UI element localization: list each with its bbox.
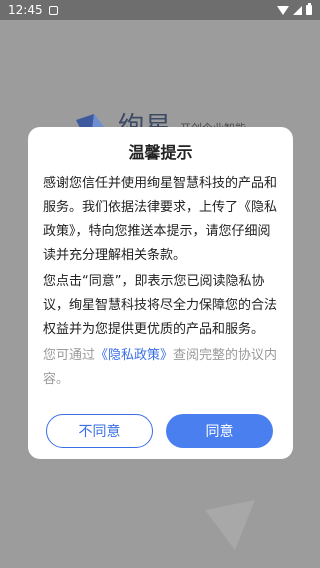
dialog-title: 温馨提示: [128, 143, 193, 162]
dialog-paragraph-2: 您点击“同意”，即表示您已阅读隐私协议，绚星智慧科技将尽全力保障您的合法权益并为…: [43, 274, 278, 337]
wifi-icon: [277, 5, 289, 15]
status-time: 12:45: [8, 3, 43, 17]
status-bar: 12:45: [0, 0, 320, 20]
dialog-buttons: 不同意 同意: [46, 414, 273, 448]
para3-prefix: 您可通过: [43, 348, 96, 363]
privacy-dialog: 温馨提示 感谢您信任并使用绚星智慧科技的产品和服务。我们依据法律要求，上传了《隐…: [28, 127, 293, 459]
signal-icon: [293, 5, 302, 15]
dialog-body: 感谢您信任并使用绚星智慧科技的产品和服务。我们依据法律要求，上传了《隐私政策》，…: [43, 172, 278, 392]
notification-icon: [48, 5, 58, 15]
dialog-paragraph-3: 您可通过《隐私政策》查阅完整的协议内容。: [43, 344, 278, 392]
agree-button[interactable]: 同意: [166, 414, 273, 448]
privacy-policy-link[interactable]: 《隐私政策》: [95, 348, 173, 363]
dialog-paragraph-1: 感谢您信任并使用绚星智慧科技的产品和服务。我们依据法律要求，上传了《隐私政策》，…: [43, 176, 278, 263]
decorative-shape-icon: [205, 500, 255, 550]
battery-icon: [306, 3, 312, 15]
decline-button[interactable]: 不同意: [46, 414, 153, 448]
